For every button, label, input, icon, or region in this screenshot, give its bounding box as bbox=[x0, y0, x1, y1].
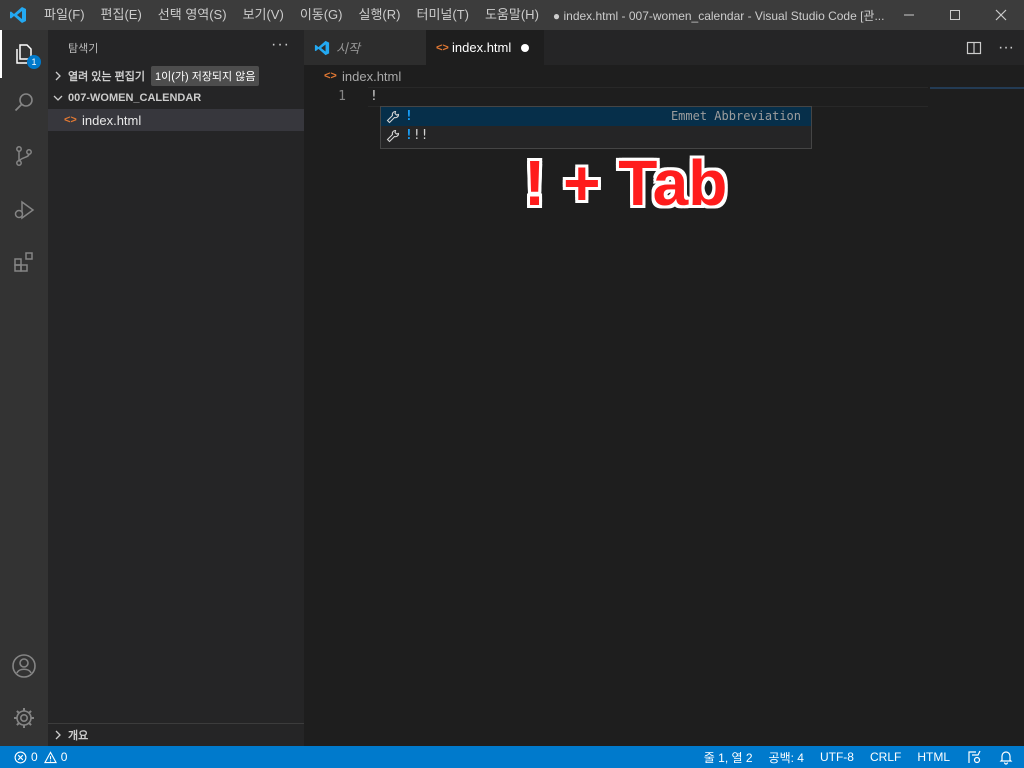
run-debug-button[interactable] bbox=[0, 186, 48, 234]
explorer-sidebar: 탐색기 ··· 열려 있는 편집기 1이(가) 저장되지 않음 007-WOME… bbox=[48, 30, 304, 746]
vscode-logo-icon bbox=[0, 0, 36, 30]
tab-index-html[interactable]: <> index.html bbox=[426, 30, 544, 65]
split-editor-icon[interactable] bbox=[966, 40, 982, 56]
suggestion-detail: Emmet Abbreviation bbox=[670, 109, 801, 123]
title-bar: 파일(F) 편집(E) 선택 영역(S) 보기(V) 이동(G) 실행(R) 터… bbox=[0, 0, 1024, 30]
menu-bar: 파일(F) 편집(E) 선택 영역(S) 보기(V) 이동(G) 실행(R) 터… bbox=[36, 0, 547, 30]
tab-welcome[interactable]: 시작 bbox=[304, 30, 426, 65]
explorer-button[interactable]: 1 bbox=[0, 30, 48, 78]
indentation[interactable]: 공백: 4 bbox=[769, 749, 804, 766]
explorer-badge: 1 bbox=[27, 55, 41, 69]
language-mode[interactable]: HTML bbox=[917, 750, 950, 764]
manage-button[interactable] bbox=[0, 694, 48, 742]
unsaved-dot-icon[interactable] bbox=[521, 43, 530, 52]
close-button[interactable] bbox=[978, 0, 1024, 30]
extensions-button[interactable] bbox=[0, 238, 48, 286]
file-name: index.html bbox=[82, 112, 142, 128]
activity-bar: 1 bbox=[0, 30, 48, 746]
chevron-right-icon bbox=[48, 71, 68, 81]
menu-selection[interactable]: 선택 영역(S) bbox=[150, 0, 235, 30]
debug-icon bbox=[14, 200, 35, 220]
extensions-icon bbox=[14, 252, 33, 272]
suggestion-item[interactable]: !!! bbox=[381, 126, 811, 145]
search-button[interactable] bbox=[0, 78, 48, 126]
html-file-icon: <> bbox=[324, 70, 337, 82]
gear-icon bbox=[14, 708, 34, 728]
sidebar-title: 탐색기 bbox=[68, 42, 99, 55]
chevron-down-icon bbox=[48, 93, 68, 103]
cursor-position[interactable]: 줄 1, 열 2 bbox=[704, 749, 753, 766]
editor-actions: ··· bbox=[966, 30, 1014, 65]
html-file-icon: <> bbox=[436, 41, 449, 54]
suggestion-item[interactable]: ! Emmet Abbreviation bbox=[381, 107, 811, 126]
warning-count: 0 bbox=[60, 750, 68, 764]
menu-edit[interactable]: 편집(E) bbox=[93, 0, 150, 30]
menu-go[interactable]: 이동(G) bbox=[292, 0, 351, 30]
close-icon bbox=[995, 9, 1007, 21]
menu-view[interactable]: 보기(V) bbox=[235, 0, 292, 30]
window-controls bbox=[886, 0, 1024, 30]
editor-tabs: 시작 <> index.html ··· bbox=[304, 30, 1024, 65]
editor-more-button[interactable]: ··· bbox=[998, 39, 1014, 57]
encoding[interactable]: UTF-8 bbox=[820, 750, 854, 764]
suggest-widget: ! Emmet Abbreviation !!! bbox=[380, 106, 812, 149]
error-icon bbox=[14, 751, 27, 763]
folder-name: 007-WOMEN_CALENDAR bbox=[68, 92, 202, 104]
window-title: ● index.html - 007-women_calendar - Visu… bbox=[552, 8, 885, 23]
sidebar-header: 탐색기 ··· bbox=[48, 30, 304, 65]
warning-icon bbox=[43, 750, 57, 763]
breadcrumb-file: index.html bbox=[342, 68, 402, 84]
open-editors-label: 열려 있는 편집기 bbox=[68, 71, 145, 83]
menu-terminal[interactable]: 터미널(T) bbox=[408, 0, 476, 30]
suggestion-label: ! bbox=[405, 109, 413, 124]
maximize-icon bbox=[950, 10, 960, 20]
line-number: 1 bbox=[338, 89, 346, 104]
menu-run[interactable]: 실행(R) bbox=[351, 0, 409, 30]
status-right: 줄 1, 열 2 공백: 4 UTF-8 CRLF HTML bbox=[704, 746, 1014, 768]
file-item-index-html[interactable]: <> index.html bbox=[48, 109, 304, 131]
menu-help[interactable]: 도움말(H) bbox=[477, 0, 547, 30]
vscode-tab-icon bbox=[314, 40, 330, 55]
account-icon bbox=[12, 654, 36, 678]
outline-section[interactable]: 개요 bbox=[48, 723, 304, 746]
open-editors-section[interactable]: 열려 있는 편집기 1이(가) 저장되지 않음 bbox=[48, 65, 304, 87]
menu-file[interactable]: 파일(F) bbox=[36, 0, 93, 30]
folder-section[interactable]: 007-WOMEN_CALENDAR bbox=[48, 87, 304, 109]
minimap-line bbox=[930, 87, 1024, 89]
tab-label: index.html bbox=[452, 40, 512, 55]
unsaved-badge: 1이(가) 저장되지 않음 bbox=[150, 66, 260, 86]
wrench-icon bbox=[385, 109, 401, 125]
feedback-icon[interactable] bbox=[966, 749, 982, 765]
current-line-highlight bbox=[368, 87, 928, 107]
minimize-icon bbox=[904, 14, 914, 16]
source-control-button[interactable] bbox=[0, 132, 48, 180]
code-line[interactable]: 1 ! bbox=[304, 87, 1024, 107]
source-control-icon bbox=[16, 146, 32, 166]
problems-indicator[interactable]: 0 0 bbox=[0, 750, 67, 764]
status-bar: 0 0 줄 1, 열 2 공백: 4 UTF-8 CRLF HTML bbox=[0, 746, 1024, 768]
outline-label: 개요 bbox=[68, 730, 89, 742]
error-count: 0 bbox=[31, 750, 38, 764]
accounts-button[interactable] bbox=[0, 642, 48, 690]
breadcrumb[interactable]: <> index.html bbox=[304, 65, 1024, 87]
suggestion-label: !!! bbox=[405, 128, 429, 143]
more-actions-button[interactable]: ··· bbox=[271, 36, 290, 54]
end-of-line[interactable]: CRLF bbox=[870, 750, 901, 764]
html-file-icon: <> bbox=[64, 114, 77, 126]
bell-icon[interactable] bbox=[998, 749, 1014, 765]
minimize-button[interactable] bbox=[886, 0, 932, 30]
tab-label: 시작 bbox=[336, 41, 360, 56]
chevron-right-icon bbox=[48, 730, 68, 740]
annotation-text: ! + Tab bbox=[524, 147, 728, 219]
maximize-button[interactable] bbox=[932, 0, 978, 30]
wrench-icon bbox=[385, 128, 401, 144]
search-icon bbox=[14, 93, 33, 112]
